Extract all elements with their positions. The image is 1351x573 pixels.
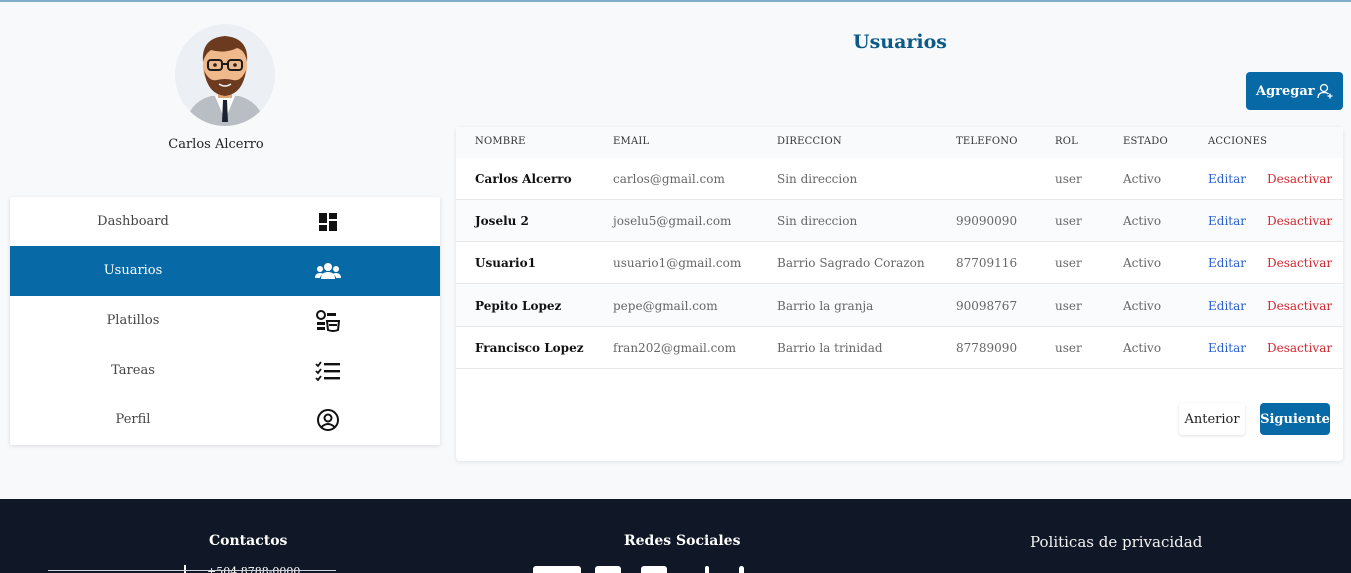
sidebar-item-tasks[interactable]: Tareas — [10, 346, 440, 396]
cell-address: Sin direccion — [777, 172, 858, 186]
cell-name: Joselu 2 — [475, 214, 529, 228]
cell-role: user — [1055, 341, 1082, 355]
cell-email: fran202@gmail.com — [613, 341, 736, 355]
table-row: Joselu 2 joselu5@gmail.com Sin direccion… — [456, 200, 1343, 242]
dishes-icon — [314, 309, 342, 333]
edit-link[interactable]: Editar — [1208, 341, 1246, 355]
sidebar-item-profile[interactable]: Perfil — [10, 395, 440, 445]
cell-address: Sin direccion — [777, 214, 858, 228]
cell-name: Usuario1 — [475, 256, 536, 270]
facebook-icon[interactable] — [533, 566, 581, 573]
cell-name: Carlos Alcerro — [475, 172, 572, 186]
youtube-icon[interactable] — [641, 566, 667, 573]
users-table-card: NOMBRE EMAIL DIRECCION TELEFONO ROL ESTA… — [456, 127, 1343, 461]
cell-address: Barrio Sagrado Corazon — [777, 256, 925, 270]
cell-status: Activo — [1123, 299, 1162, 313]
cell-email: carlos@gmail.com — [613, 172, 725, 186]
sidebar-item-dishes[interactable]: Platillos — [10, 296, 440, 346]
cell-role: user — [1055, 172, 1082, 186]
column-header-phone: TELEFONO — [956, 136, 1018, 147]
cell-email: pepe@gmail.com — [613, 299, 718, 313]
previous-page-button[interactable]: Anterior — [1179, 403, 1245, 435]
column-header-actions: ACCIONES — [1208, 136, 1268, 147]
footer-social-title: Redes Sociales — [624, 533, 741, 549]
footer-phone: +504 8788-0000 — [207, 565, 301, 573]
sidebar-item-label: Dashboard — [97, 214, 169, 229]
user-name: Carlos Alcerro — [168, 137, 264, 152]
edit-link[interactable]: Editar — [1208, 172, 1246, 186]
footer-divider — [48, 570, 336, 571]
sidebar-menu: Dashboard Usuarios Platillos Tareas Perf… — [10, 197, 440, 445]
cell-name: Pepito Lopez — [475, 299, 562, 313]
sidebar-item-users[interactable]: Usuarios — [10, 246, 440, 296]
sidebar-item-label: Usuarios — [103, 263, 163, 278]
table-row: Francisco Lopez fran202@gmail.com Barrio… — [456, 327, 1343, 369]
phone-icon — [184, 565, 190, 573]
top-accent-line — [0, 0, 1351, 2]
cell-status: Activo — [1123, 214, 1162, 228]
deactivate-link[interactable]: Desactivar — [1267, 214, 1332, 228]
sidebar-item-label: Perfil — [115, 412, 151, 427]
cell-name: Francisco Lopez — [475, 341, 584, 355]
column-header-status: ESTADO — [1123, 136, 1168, 147]
column-header-address: DIRECCION — [777, 136, 842, 147]
cell-status: Activo — [1123, 341, 1162, 355]
privacy-policy-link[interactable]: Politicas de privacidad — [1030, 533, 1202, 551]
cell-phone: 87709116 — [956, 256, 1018, 270]
page-title: Usuarios — [853, 31, 947, 53]
footer: Contactos Redes Sociales Politicas de pr… — [0, 499, 1351, 573]
cell-address: Barrio la trinidad — [777, 341, 883, 355]
deactivate-link[interactable]: Desactivar — [1267, 256, 1332, 270]
avatar — [175, 24, 275, 126]
add-button-label: Agregar — [1256, 83, 1315, 99]
sidebar-item-label: Platillos — [106, 313, 160, 328]
table-row: Pepito Lopez pepe@gmail.com Barrio la gr… — [456, 285, 1343, 327]
instagram-icon[interactable] — [595, 566, 621, 573]
column-header-name: NOMBRE — [475, 136, 526, 147]
twitter-icon[interactable] — [705, 566, 709, 573]
edit-link[interactable]: Editar — [1208, 256, 1246, 270]
cell-phone: 99090090 — [956, 214, 1018, 228]
users-icon — [314, 259, 342, 283]
edit-link[interactable]: Editar — [1208, 299, 1246, 313]
cell-address: Barrio la granja — [777, 299, 874, 313]
cell-phone: 87789090 — [956, 341, 1018, 355]
column-header-email: EMAIL — [613, 136, 650, 147]
column-header-role: ROL — [1055, 136, 1078, 147]
cell-role: user — [1055, 256, 1082, 270]
deactivate-link[interactable]: Desactivar — [1267, 172, 1332, 186]
sidebar-item-label: Tareas — [111, 363, 155, 378]
social-icons — [533, 566, 753, 573]
sidebar-item-dashboard[interactable]: Dashboard — [10, 197, 440, 247]
next-page-button[interactable]: Siguiente — [1260, 403, 1330, 435]
table-row: Carlos Alcerro carlos@gmail.com Sin dire… — [456, 158, 1343, 200]
tiktok-icon[interactable] — [739, 566, 744, 573]
cell-status: Activo — [1123, 256, 1162, 270]
deactivate-link[interactable]: Desactivar — [1267, 299, 1332, 313]
cell-status: Activo — [1123, 172, 1162, 186]
add-user-button[interactable]: Agregar — [1246, 72, 1343, 110]
tasks-icon — [314, 359, 342, 383]
cell-email: joselu5@gmail.com — [613, 214, 732, 228]
add-user-icon — [1317, 83, 1333, 103]
deactivate-link[interactable]: Desactivar — [1267, 341, 1332, 355]
table-header: NOMBRE EMAIL DIRECCION TELEFONO ROL ESTA… — [456, 127, 1343, 158]
table-row: Usuario1 usuario1@gmail.com Barrio Sagra… — [456, 242, 1343, 284]
cell-role: user — [1055, 299, 1082, 313]
cell-email: usuario1@gmail.com — [613, 256, 742, 270]
cell-role: user — [1055, 214, 1082, 228]
footer-contacts-title: Contactos — [209, 533, 288, 549]
edit-link[interactable]: Editar — [1208, 214, 1246, 228]
profile-icon — [314, 408, 342, 432]
dashboard-icon — [314, 210, 342, 234]
cell-phone: 90098767 — [956, 299, 1018, 313]
